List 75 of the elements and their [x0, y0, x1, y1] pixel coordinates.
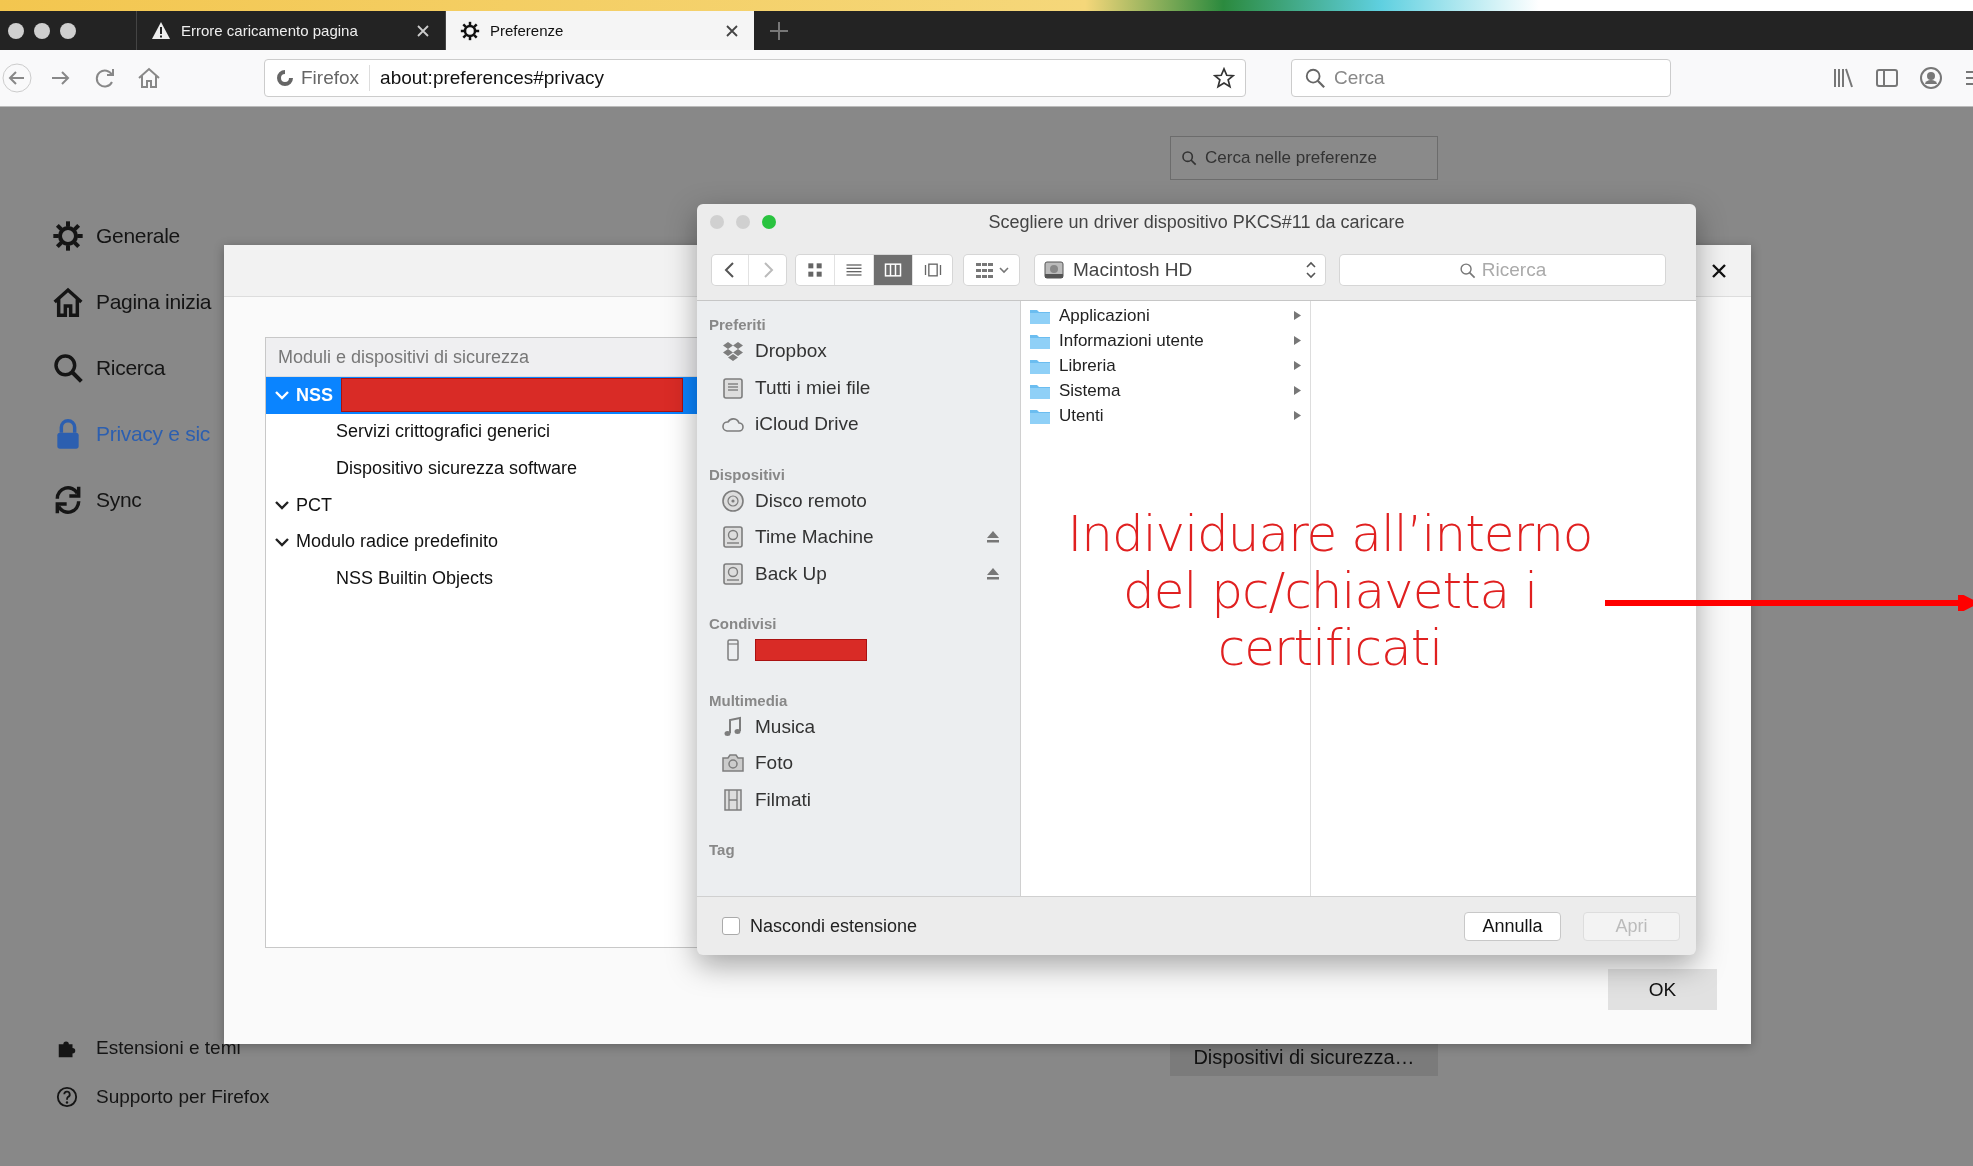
folder-row[interactable]: Libreria: [1021, 353, 1310, 378]
search-icon: [52, 352, 84, 384]
search-icon: [1181, 150, 1197, 166]
home-icon: [52, 286, 84, 318]
checkbox[interactable]: [722, 917, 740, 935]
sidebar-item[interactable]: Disco remoto: [709, 482, 1020, 519]
browser-tab[interactable]: Preferenze: [445, 11, 754, 50]
identity-label[interactable]: Firefox: [265, 65, 371, 91]
window-control-icon[interactable]: [8, 22, 24, 39]
drive-icon: [721, 561, 745, 586]
search-icon: [1304, 67, 1326, 89]
view-columns-icon: [883, 260, 903, 280]
grid-icon: [973, 260, 996, 280]
folder-row[interactable]: Informazioni utente: [1021, 328, 1310, 353]
account-icon[interactable]: [1919, 66, 1943, 90]
footer-link[interactable]: Estensioni e temi: [96, 1037, 241, 1059]
folder-row[interactable]: Applicazioni: [1021, 303, 1310, 328]
bookmark-star-icon[interactable]: [1213, 67, 1235, 89]
address-bar[interactable]: Firefox about:preferences#privacy: [264, 59, 1246, 97]
updown-arrows-icon: [1305, 260, 1317, 280]
library-icon[interactable]: [1831, 66, 1855, 90]
sidebar-item[interactable]: Musica: [709, 708, 1020, 745]
footer-link[interactable]: Supporto per Firefox: [96, 1086, 270, 1108]
sidebar-item[interactable]: Ricerca: [52, 352, 212, 384]
sidebar-item[interactable]: Generale: [52, 220, 212, 252]
sidebar-icon[interactable]: [1875, 66, 1899, 90]
ok-button[interactable]: OK: [1608, 969, 1717, 1010]
search-icon: [1458, 261, 1476, 279]
sidebar-item[interactable]: Sync: [52, 484, 212, 516]
back-icon[interactable]: [2, 63, 32, 93]
search-field[interactable]: Cerca: [1291, 59, 1671, 97]
close-icon[interactable]: [724, 22, 740, 39]
section-title: Preferiti: [709, 316, 766, 333]
view-icons-icon: [805, 260, 825, 280]
dropbox-icon: [721, 339, 745, 364]
drive-icon: [721, 525, 745, 550]
location-popup[interactable]: Macintosh HD: [1035, 255, 1325, 285]
folder-row[interactable]: Utenti: [1021, 403, 1310, 428]
chevron-down-icon: [997, 264, 1010, 276]
film-icon: [721, 787, 745, 812]
eject-icon[interactable]: [986, 566, 1000, 581]
gear-icon: [52, 220, 84, 252]
window-control-icon[interactable]: [60, 22, 76, 39]
sidebar-item[interactable]: Back Up: [709, 555, 1020, 592]
section-title: Dispositivi: [709, 465, 785, 483]
new-tab-icon[interactable]: [768, 19, 790, 42]
gear-icon: [460, 20, 480, 41]
view-mode-button[interactable]: [874, 255, 913, 285]
help-icon: [56, 1086, 78, 1108]
sidebar-item[interactable]: Filmati: [709, 781, 1020, 818]
window-control-icon[interactable]: [34, 22, 50, 39]
folder-row[interactable]: Sistema: [1021, 378, 1310, 403]
disclosure-triangle-icon: [1293, 360, 1302, 371]
sidebar-item[interactable]: Foto: [709, 745, 1020, 782]
section-title: Tag: [709, 841, 735, 858]
disclosure-triangle-icon: [1293, 410, 1302, 421]
dialog-button[interactable]: Annulla: [1464, 911, 1561, 941]
sidebar-item[interactable]: Time Machine: [709, 519, 1020, 556]
disclosure-triangle-icon: [1293, 310, 1302, 321]
disc-icon: [721, 488, 745, 513]
checkbox-label: Nascondi estensione: [750, 915, 918, 937]
arrange-button[interactable]: [964, 255, 1019, 285]
section-title: Multimedia: [709, 691, 788, 709]
file-tray-icon: [721, 375, 745, 400]
disclosure-triangle-icon: [1293, 335, 1302, 346]
close-icon[interactable]: [415, 22, 431, 39]
search-field[interactable]: Cerca nelle preferenze: [1170, 136, 1438, 180]
disclosure-triangle-icon: [1293, 385, 1302, 396]
sidebar-item[interactable]: Pagina inizia: [52, 286, 212, 318]
warning-icon: [151, 20, 171, 41]
annotation-text: Individuare all’interno del pc/chiavetta i certificati: [1066, 506, 1594, 677]
eject-icon[interactable]: [986, 530, 1000, 545]
section-title: Condivisi: [709, 615, 777, 632]
hard-drive-icon: [1043, 259, 1065, 281]
dialog-title: Scegliere un driver dispositivo PKCS#11 da caricare: [988, 211, 1405, 233]
